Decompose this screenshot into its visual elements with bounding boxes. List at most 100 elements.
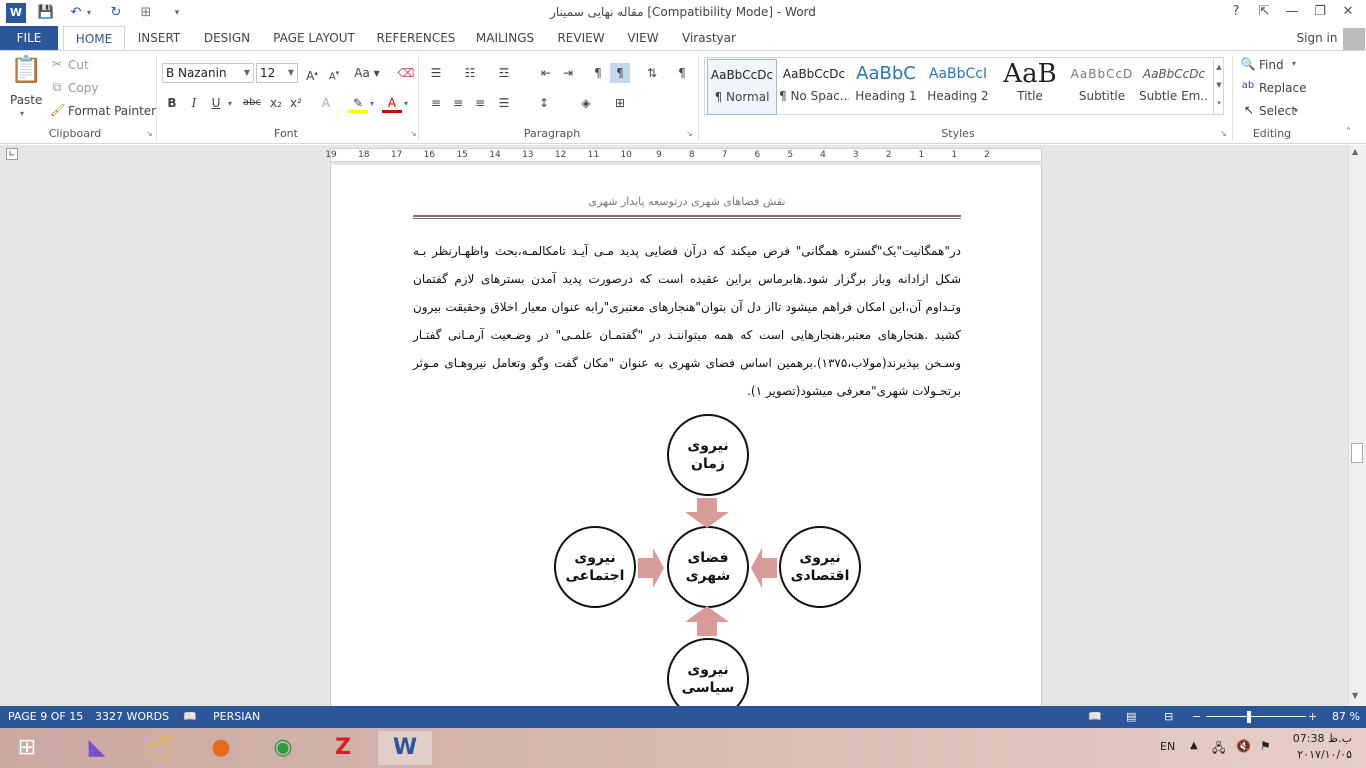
web-layout-icon[interactable]: ⊟ [1164,710,1173,723]
app-z-icon[interactable]: Z [316,731,370,765]
decrease-indent-icon[interactable]: ⇤ [536,63,556,83]
language-indicator[interactable]: PERSIAN [213,710,260,723]
firefox-icon[interactable]: ● [194,731,248,765]
align-left-icon[interactable]: ≡ [426,93,446,113]
tab-insert[interactable]: INSERT [133,26,185,50]
ribbon-display-button[interactable]: ⇱ [1250,2,1278,22]
subscript-button[interactable]: x₂ [266,93,286,113]
align-center-icon[interactable]: ≡ [448,93,468,113]
read-mode-icon[interactable]: 📖 [1088,710,1102,723]
underline-button[interactable]: U [206,93,226,113]
superscript-button[interactable]: x² [286,93,306,113]
bullets-icon[interactable]: ☰ [426,63,446,83]
zoom-level[interactable]: 87 % [1332,710,1360,723]
tab-design[interactable]: DESIGN [198,26,256,50]
avatar[interactable] [1343,28,1365,50]
show-formatting-icon[interactable]: ¶ [672,63,692,83]
tab-home[interactable]: HOME [63,26,125,51]
font-color-icon[interactable]: A [382,93,402,113]
network-icon[interactable]: 🖧 [1212,739,1225,760]
tray-chevron-icon[interactable]: ▲ [1190,740,1198,751]
cut-icon[interactable]: ✂ [50,58,64,70]
paragraph-launcher-icon[interactable]: ↘ [686,129,693,138]
clipboard-launcher-icon[interactable]: ↘ [146,129,153,138]
help-button[interactable]: ? [1222,2,1250,22]
tab-review[interactable]: REVIEW [553,26,609,50]
shrink-font-icon[interactable]: A▾ [324,63,344,83]
style-no-spacing[interactable]: AaBbCcDc ¶ No Spac... [779,59,849,115]
zoom-in-icon[interactable]: + [1308,710,1317,723]
word-count[interactable]: 3327 WORDS [95,710,169,723]
clock-date[interactable]: ۲۰۱۷/۱۰/۰۵ [1290,748,1352,761]
proofing-icon[interactable]: 📖 [183,710,197,723]
zoom-out-icon[interactable]: − [1192,710,1201,723]
format-painter-icon[interactable]: 🖌 [50,104,65,116]
justify-icon[interactable]: ☰ [494,93,514,113]
find-button[interactable]: Find [1259,58,1284,72]
select-icon[interactable]: ↖ [1242,104,1256,116]
page-count[interactable]: PAGE 9 OF 15 [8,710,83,723]
font-size-combo[interactable]: 12 ▼ [256,63,298,83]
start-icon[interactable]: ⊞ [0,731,54,765]
font-launcher-icon[interactable]: ↘ [410,129,417,138]
tab-page-layout[interactable]: PAGE LAYOUT [268,26,360,50]
text-effects-icon[interactable]: A [316,93,336,113]
close-button[interactable]: ✕ [1334,2,1362,22]
collapse-ribbon-icon[interactable]: ˄ [1346,127,1351,138]
tab-file[interactable]: FILE [0,26,58,50]
visual-studio-icon[interactable]: ◣ [70,731,124,765]
zoom-slider[interactable] [1206,716,1306,717]
sort-icon[interactable]: ⇅ [642,63,662,83]
change-case-icon[interactable]: Aa ▾ [352,63,382,83]
find-dropdown-icon[interactable]: ▾ [1292,59,1296,68]
style-subtle-emphasis[interactable]: AaBbCcDc Subtle Em... [1139,59,1209,115]
italic-button[interactable]: I [184,93,204,113]
line-spacing-icon[interactable]: ↕ [534,93,554,113]
zoom-slider-thumb[interactable] [1247,711,1251,723]
font-color-dropdown-icon[interactable]: ▾ [404,99,408,108]
replace-icon[interactable]: ab [1240,81,1256,91]
numbering-icon[interactable]: ☷ [460,63,480,83]
underline-dropdown-icon[interactable]: ▾ [228,99,232,108]
word-taskbar-icon[interactable]: W [378,731,432,765]
tab-mailings[interactable]: MAILINGS [472,26,538,50]
tab-virastyar[interactable]: Virastyar [679,26,739,50]
body-paragraph[interactable]: در"همگانیت"یک"گستره همگانی" فرض میکند که… [413,237,961,405]
highlight-dropdown-icon[interactable]: ▾ [370,99,374,108]
clock-time[interactable]: 07:38 ب.ظ [1290,732,1352,745]
replace-button[interactable]: Replace [1259,81,1306,95]
volume-icon[interactable]: 🔇 [1236,739,1251,753]
bold-button[interactable]: B [162,93,182,113]
select-dropdown-icon[interactable]: ▾ [1294,106,1298,115]
style-normal[interactable]: AaBbCcDc ¶ Normal [707,59,777,115]
action-center-icon[interactable]: ⚑ [1260,739,1271,753]
strikethrough-button[interactable]: abc [240,93,264,113]
select-button[interactable]: Select [1259,104,1296,118]
input-language[interactable]: EN [1160,740,1175,753]
tab-references[interactable]: REFERENCES [372,26,460,50]
paste-dropdown-icon[interactable]: ▾ [20,109,24,118]
scroll-down-icon[interactable]: ▼ [1352,691,1358,700]
increase-indent-icon[interactable]: ⇥ [558,63,578,83]
style-heading-2[interactable]: AaBbCcI Heading 2 [923,59,993,115]
paste-button[interactable]: Paste [10,93,42,107]
print-layout-icon[interactable]: ▤ [1126,710,1136,723]
chrome-icon[interactable]: ◉ [256,731,310,765]
style-title[interactable]: AaB Title [995,59,1065,115]
shading-icon[interactable]: ◈ [576,93,596,113]
scrollbar-thumb[interactable] [1351,443,1363,463]
copy-icon[interactable]: ⧉ [50,81,64,93]
style-subtitle[interactable]: AaBbCcD Subtitle [1067,59,1137,115]
sign-in-link[interactable]: Sign in [1292,26,1342,50]
copy-button[interactable]: Copy [68,81,98,95]
tab-view[interactable]: VIEW [621,26,665,50]
grow-font-icon[interactable]: A▴ [302,63,322,83]
font-name-combo[interactable]: B Nazanin ▼ [162,63,254,83]
format-painter-button[interactable]: Format Painter [68,104,156,118]
document-page[interactable]: نقش فضاهای شهری درتوسعه پایدار شهری در"ه… [330,165,1042,725]
minimize-button[interactable]: — [1278,2,1306,22]
cut-button[interactable]: Cut [68,58,89,72]
rtl-direction-icon[interactable]: ¶ [610,63,630,83]
multilevel-list-icon[interactable]: ☲ [494,63,514,83]
find-icon[interactable]: 🔍 [1240,58,1256,70]
